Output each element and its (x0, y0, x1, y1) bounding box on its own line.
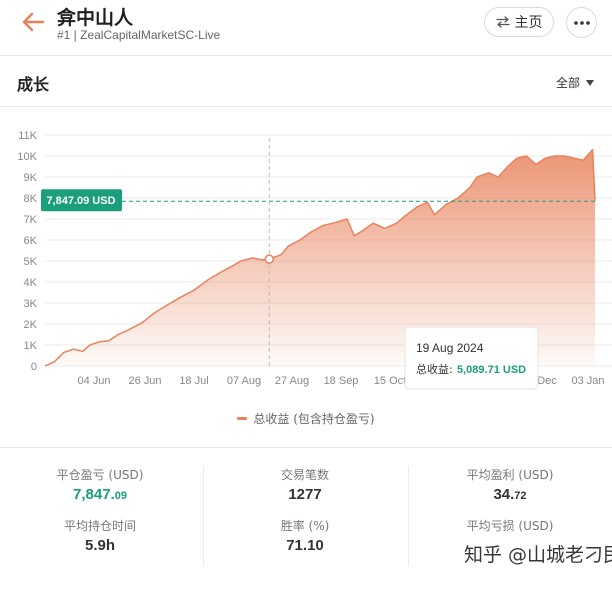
y-tick-label: 4K (24, 277, 38, 289)
tooltip-value: 5,089.71 USD (457, 364, 526, 376)
avg-hold-label: 平均持仓时间 (63, 519, 136, 533)
trades-label: 交易笔数 (280, 468, 329, 482)
account-subtitle: #1 | ZealCapitalMarketSC-Live (57, 28, 221, 42)
x-tick-label: 03 Jan (571, 375, 604, 387)
legend-swatch (237, 417, 248, 420)
range-select[interactable]: 全部 (556, 74, 595, 91)
x-tick-label: 04 Jun (77, 375, 110, 387)
growth-chart-svg: 0 1K 2K 3K 4K 5K 6K 7K 8K 9K 10K 11K 04 Jun 26 Jun 18 … (17, 130, 612, 390)
avg-loss-label: 平均亏损 (USD) (466, 519, 554, 533)
home-button[interactable]: 主页 (484, 7, 554, 37)
stats-column-left: 平仓盈亏 (USD) 7,847.09 平均持仓时间 5.9h (0, 466, 200, 568)
y-tick-label: 5K (24, 256, 38, 268)
chart-legend[interactable]: 总收益 (包含持仓盈亏) (0, 410, 612, 427)
avg-hold-value: 5.9h (84, 537, 115, 554)
avg-profit-int: 34. (493, 486, 515, 503)
closed-pnl-int: 7,847. (73, 486, 115, 503)
stats-separator (408, 466, 409, 566)
caret-down-icon (586, 79, 595, 86)
section-divider (0, 106, 612, 107)
more-button[interactable] (566, 7, 597, 38)
closed-pnl-label: 平仓盈亏 (USD) (56, 468, 144, 482)
y-tick-label: 9K (24, 172, 38, 184)
y-tick-label: 2K (24, 319, 38, 331)
arrow-left-icon (22, 12, 44, 32)
tooltip-label: 总收益: (416, 362, 453, 376)
y-tick-label: 0 (31, 361, 37, 373)
back-button[interactable] (18, 8, 48, 36)
stats-column-right: 平均盈利 (USD) 34.72 平均亏损 (USD) (410, 466, 610, 534)
current-value-label: 7,847.09 USD (46, 195, 115, 207)
y-tick-label: 6K (24, 235, 38, 247)
closed-pnl-value: 7,847.09 (0, 483, 200, 517)
range-select-label: 全部 (556, 76, 581, 90)
stats-separator (203, 466, 204, 566)
x-tick-label: 15 Oct (374, 375, 406, 387)
y-tick-label: 10K (17, 151, 37, 163)
tooltip-date: 19 Aug 2024 (416, 341, 484, 355)
win-rate-value: 71.10 (286, 537, 324, 554)
growth-section-title: 成长 (17, 75, 50, 94)
watermark: 知乎 @山城老刁民 (464, 544, 612, 566)
x-tick-label: 27 Aug (275, 375, 309, 387)
closed-pnl-dec: 09 (114, 490, 127, 502)
win-rate-label: 胜率 (%) (280, 519, 330, 533)
page-title: 弇中山人 (57, 7, 134, 29)
x-tick-label: 26 Jun (128, 375, 161, 387)
x-tick-label: 18 Jul (179, 375, 208, 387)
y-tick-label: 1K (24, 340, 38, 352)
x-tick-label: 07 Aug (227, 375, 261, 387)
x-tick-label: Dec (537, 375, 557, 387)
stats-column-middle: 交易笔数 1277 胜率 (%) 71.10 (205, 466, 405, 568)
avg-profit-dec: 72 (514, 490, 527, 502)
hover-point (264, 254, 274, 264)
y-tick-label: 7K (24, 214, 38, 226)
stats-panel: 平仓盈亏 (USD) 7,847.09 平均持仓时间 5.9h 交易笔数 127… (0, 448, 612, 593)
hover-tooltip (404, 326, 539, 390)
x-tick-label: 18 Sep (324, 375, 359, 387)
avg-profit-value: 34.72 (410, 483, 610, 517)
trades-value: 1277 (288, 486, 322, 503)
page-header: 弇中山人 #1 | ZealCapitalMarketSC-Live 主页 (0, 0, 612, 48)
home-button-label: 主页 (514, 15, 543, 31)
y-tick-label: 3K (24, 298, 38, 310)
more-horizontal-icon (573, 20, 590, 25)
swap-icon (495, 16, 510, 28)
y-tick-label: 8K (24, 193, 38, 205)
legend-label: 总收益 (包含持仓盈亏) (253, 412, 375, 426)
y-tick-label: 11K (18, 130, 37, 142)
header-divider (0, 55, 612, 56)
growth-chart[interactable]: 0 1K 2K 3K 4K 5K 6K 7K 8K 9K 10K 11K 04 Jun 26 Jun 18 … (0, 120, 612, 400)
avg-profit-label: 平均盈利 (USD) (466, 468, 554, 482)
